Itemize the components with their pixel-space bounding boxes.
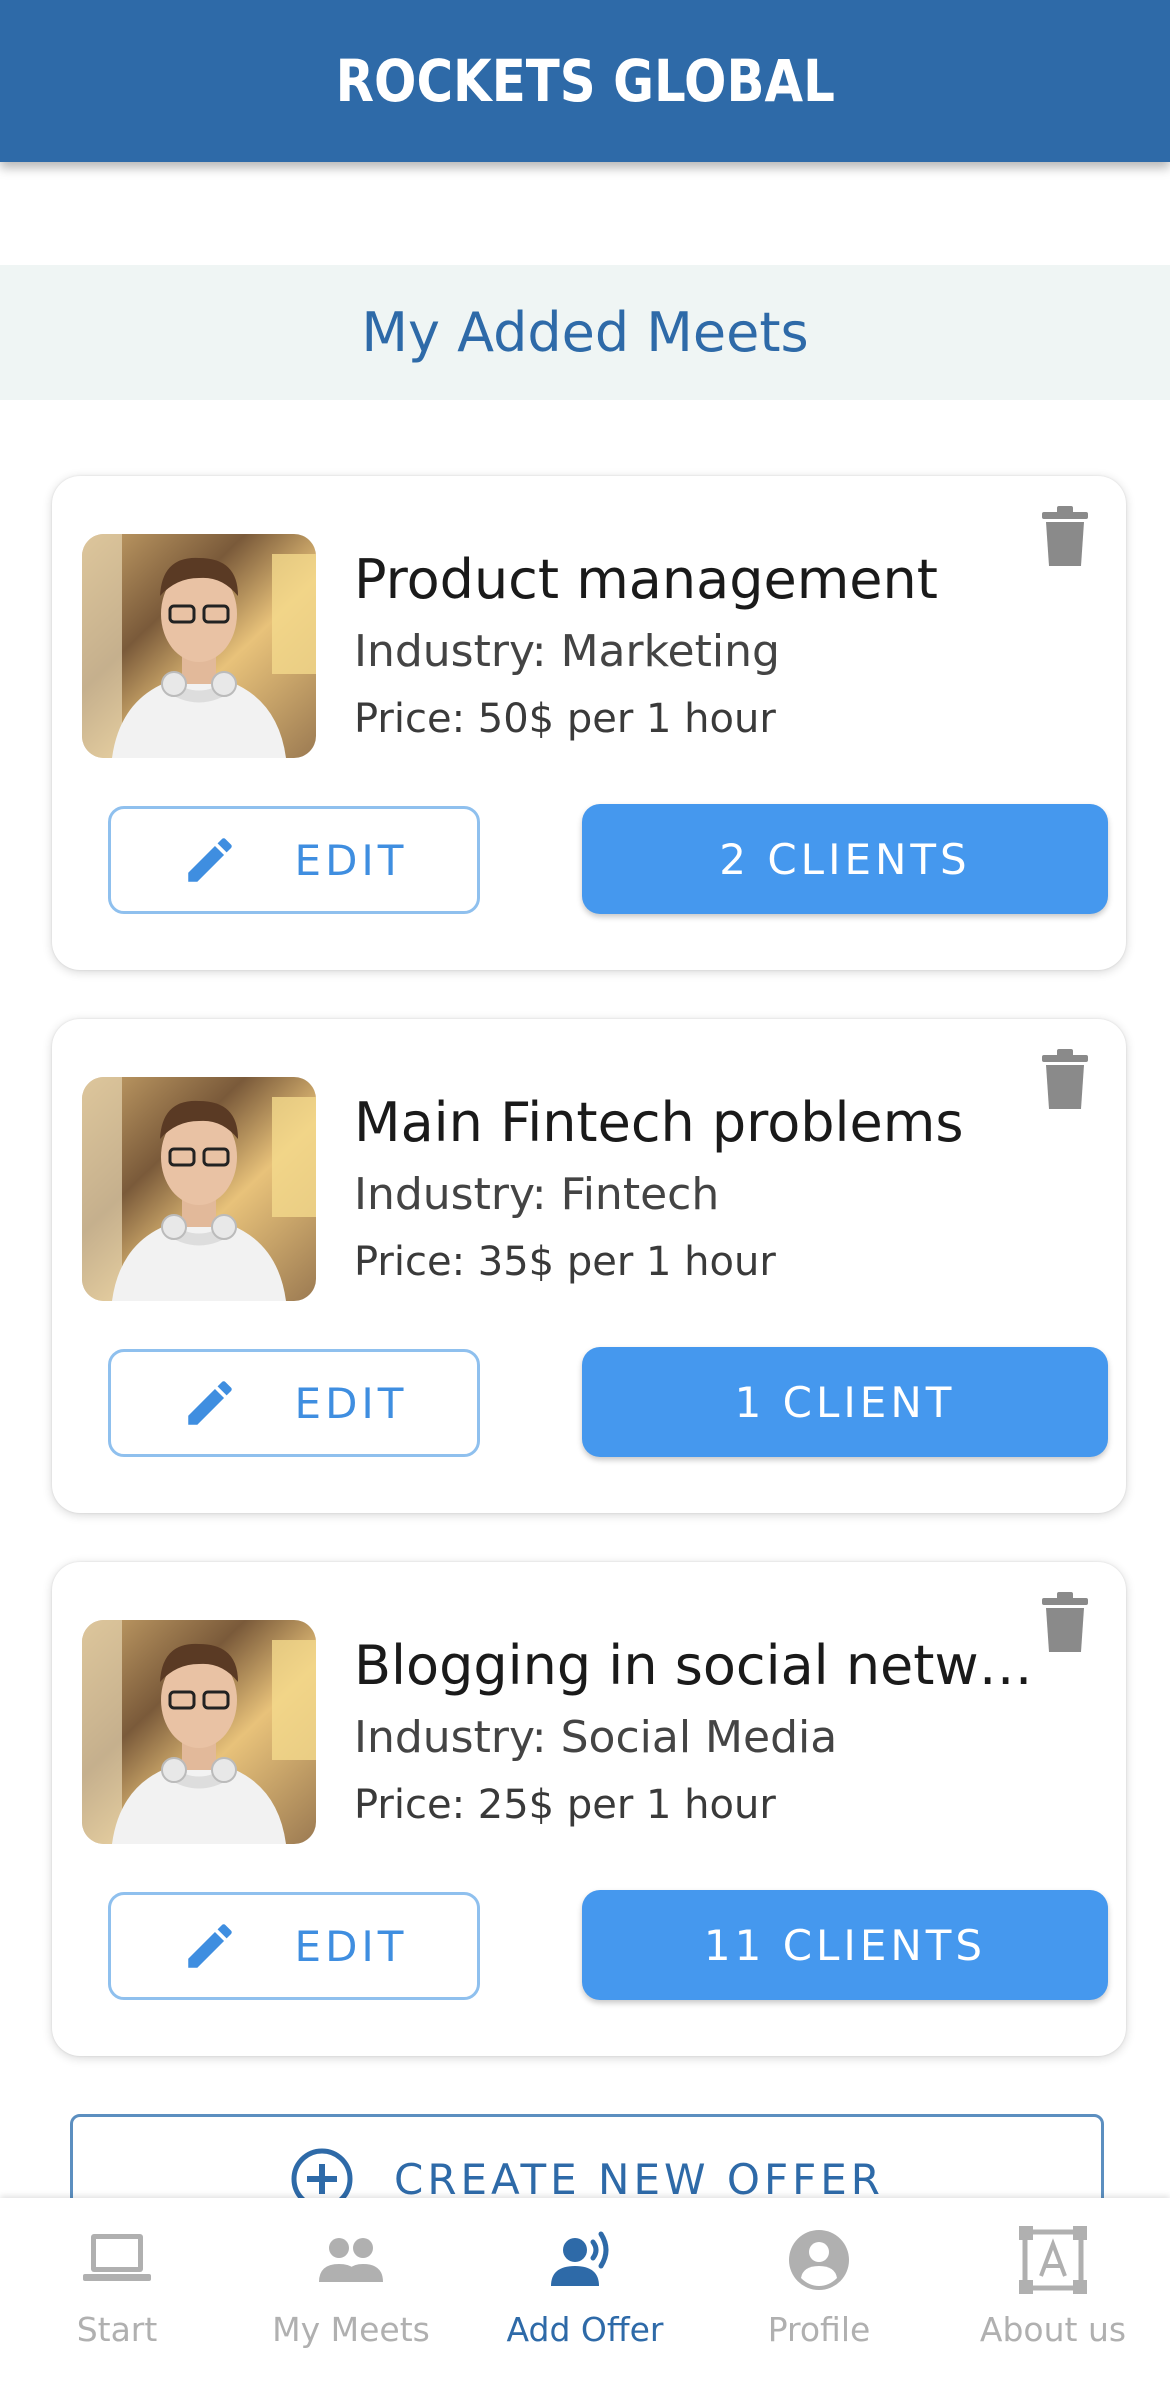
nav-item-add-offer[interactable]: Add Offer <box>468 2198 702 2381</box>
laptop-icon <box>83 2234 151 2281</box>
text-frame-icon <box>1019 2226 1087 2294</box>
edit-label: EDIT <box>294 835 408 885</box>
edit-button[interactable]: EDIT <box>108 806 480 914</box>
trash-icon[interactable] <box>1040 506 1090 568</box>
clients-button[interactable]: 2 CLIENTS <box>582 804 1108 914</box>
pencil-icon <box>187 1924 232 1968</box>
create-new-offer-label: CREATE NEW OFFER <box>394 2154 884 2204</box>
host-photo <box>82 534 316 758</box>
people-icon <box>319 2238 383 2282</box>
nav-label: About us <box>979 2310 1127 2349</box>
nav-item-start[interactable]: Start <box>0 2198 234 2381</box>
account-circle-icon <box>789 2230 849 2290</box>
meet-title: Blogging in social netwo... <box>354 1634 1044 1697</box>
pencil-icon <box>187 1381 232 1425</box>
host-photo <box>82 1077 316 1301</box>
app-header: ROCKETS GLOBAL <box>0 0 1170 162</box>
clients-label: 2 CLIENTS <box>719 834 971 884</box>
nav-label: Start <box>76 2310 158 2349</box>
meet-industry: Industry: Social Media <box>354 1712 838 1763</box>
edit-label: EDIT <box>294 1378 408 1428</box>
nav-item-profile[interactable]: Profile <box>702 2198 936 2381</box>
meet-card: Main Fintech problems Industry: Fintech … <box>52 1019 1126 1513</box>
edit-button[interactable]: EDIT <box>108 1349 480 1457</box>
section-header: My Added Meets <box>0 265 1170 400</box>
host-photo <box>82 1620 316 1844</box>
meet-price: Price: 50$ per 1 hour <box>354 696 776 742</box>
pencil-icon <box>187 838 232 882</box>
section-title: My Added Meets <box>361 301 809 364</box>
clients-button[interactable]: 1 CLIENT <box>582 1347 1108 1457</box>
edit-label: EDIT <box>294 1921 408 1971</box>
meet-title: Main Fintech problems <box>354 1091 964 1154</box>
meet-card: Blogging in social netwo... Industry: So… <box>52 1562 1126 2056</box>
meet-title: Product management <box>354 548 938 611</box>
nav-item-about-us[interactable]: About us <box>936 2198 1170 2381</box>
clients-label: 1 CLIENT <box>734 1377 956 1427</box>
bottom-nav: Start My Meets Add Offer Profile About u… <box>0 2198 1170 2381</box>
trash-icon[interactable] <box>1040 1049 1090 1111</box>
clients-label: 11 CLIENTS <box>703 1920 987 1970</box>
clients-button[interactable]: 11 CLIENTS <box>582 1890 1108 2000</box>
speaker-person-icon <box>551 2231 609 2286</box>
meet-price: Price: 35$ per 1 hour <box>354 1239 776 1285</box>
nav-label: Profile <box>767 2310 871 2349</box>
meet-industry: Industry: Fintech <box>354 1169 720 1220</box>
meet-industry: Industry: Marketing <box>354 626 780 677</box>
app-title: ROCKETS GLOBAL <box>335 47 835 115</box>
meet-price: Price: 25$ per 1 hour <box>354 1782 776 1828</box>
trash-icon[interactable] <box>1040 1592 1090 1654</box>
nav-label: My Meets <box>272 2310 430 2349</box>
meet-card: Product management Industry: Marketing P… <box>52 476 1126 970</box>
nav-item-my-meets[interactable]: My Meets <box>234 2198 468 2381</box>
nav-label: Add Offer <box>506 2310 664 2349</box>
edit-button[interactable]: EDIT <box>108 1892 480 2000</box>
